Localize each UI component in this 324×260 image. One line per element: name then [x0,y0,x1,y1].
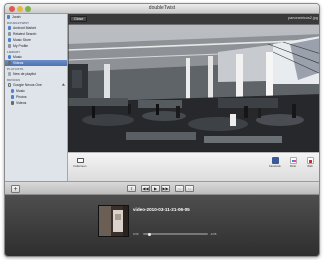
time-remaining: -0:06 [210,232,217,236]
search-icon [8,32,12,36]
share-web-button[interactable]: Web [304,157,316,168]
music-note-icon [11,89,15,93]
phone-icon [8,83,12,87]
app-window: doubleTwist Jorah DOUBLETWIST Android Ma… [4,3,320,257]
photo-icon [11,95,15,99]
title-bar: doubleTwist [5,4,319,14]
film-icon [11,101,15,105]
store-icon [8,38,12,42]
fullscreen-button[interactable]: Fullscreen [72,158,88,168]
sidebar: Jorah DOUBLETWIST Android Market Related… [5,14,68,181]
control-bar: + ⇪ ◀◀ ▶ ▶▶ ▭ ▭ [5,181,319,195]
sidebar-item-device-videos[interactable]: Videos [5,100,67,106]
time-elapsed: 0:00 [133,232,139,236]
film-icon [8,61,12,65]
viewer-pane: Close panoramicos2.jpg Fullscreen Facebo… [68,14,319,181]
panorama-photo [68,24,319,152]
video-thumbnail[interactable] [98,205,129,237]
viewer-toolbar: Close panoramicos2.jpg [68,14,319,24]
share-facebook-button[interactable]: Facebook [269,157,281,168]
share-shelf: Fullscreen Facebook Flickr Web [68,152,319,181]
sync-button[interactable]: ⇪ [127,185,136,192]
facebook-icon [271,157,279,164]
previous-button[interactable]: ◀◀ [141,185,150,192]
youtube-icon [306,157,314,164]
flickr-icon [289,157,297,164]
play-button[interactable]: ▶ [151,185,160,192]
clip-title: video-2010-03-11-21-06-05 [133,207,190,212]
eject-icon[interactable] [61,83,65,86]
next-button[interactable]: ▶▶ [161,185,170,192]
playlist-icon [8,72,12,76]
window-title: doubleTwist [148,5,176,11]
view-toggle-button-2[interactable]: ▭ [185,185,194,192]
music-note-icon [8,55,12,59]
user-icon [7,15,11,19]
fullscreen-icon [76,158,84,163]
now-playing-panel: video-2010-03-11-21-06-05 0:00 -0:06 [5,195,319,256]
progress-slider[interactable] [143,232,208,237]
profile-icon [8,44,12,48]
add-button[interactable]: + [11,184,20,193]
thumbnail-image [99,206,128,236]
file-name: panoramicos2.jpg [288,16,318,20]
media-preview[interactable] [68,24,319,152]
view-toggle-button[interactable]: ▭ [175,185,184,192]
progress-knob[interactable] [147,232,152,237]
close-button[interactable]: Close [70,16,88,22]
share-flickr-button[interactable]: Flickr [287,157,299,168]
market-icon [8,26,12,30]
